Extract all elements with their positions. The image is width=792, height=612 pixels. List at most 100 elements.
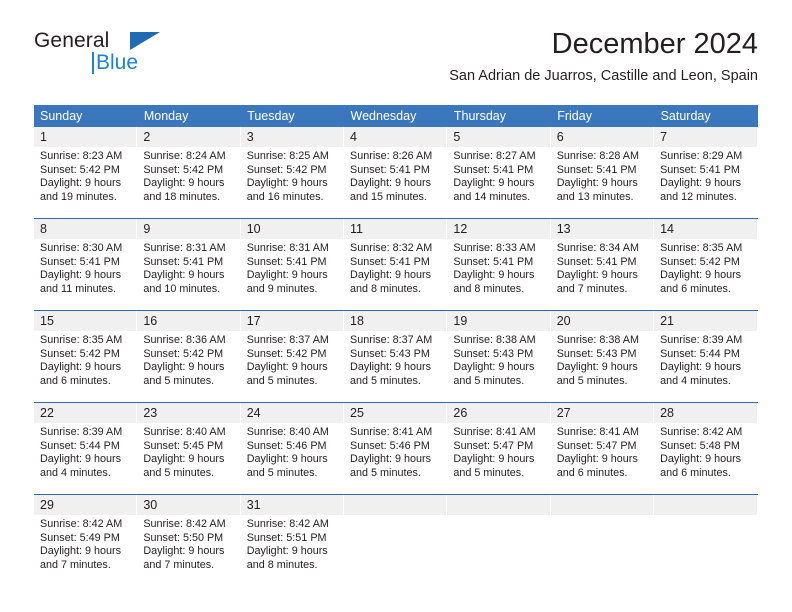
daylight-text-line1: Daylight: 9 hours <box>660 361 742 374</box>
sunrise-text: Sunrise: 8:27 AM <box>453 150 536 162</box>
calendar-day-cell[interactable]: 20 Sunrise: 8:38 AM Sunset: 5:43 PM Dayligh… <box>550 310 655 403</box>
sunset-text: Sunset: 5:49 PM <box>40 531 120 544</box>
daylight-text-line1: Daylight: 9 hours <box>453 269 535 282</box>
daylight-text-line2: and 9 minutes. <box>246 282 318 295</box>
daylight-text-line2: and 5 minutes. <box>453 466 525 479</box>
sunrise-text: Sunrise: 8:34 AM <box>556 242 639 254</box>
page-header: General Blue December 2024 San Adrian de… <box>34 28 758 96</box>
daylight-text-line1: Daylight: 9 hours <box>350 269 432 282</box>
daylight-text-line2: and 15 minutes. <box>350 190 427 203</box>
daylight-text-line1: Daylight: 9 hours <box>143 361 225 374</box>
calendar-day-cell[interactable]: 1 Sunrise: 8:23 AM Sunset: 5:42 PM Daylight… <box>34 127 138 219</box>
calendar-day-cell[interactable]: 19 Sunrise: 8:38 AM Sunset: 5:43 PM Dayligh… <box>447 310 551 403</box>
calendar-day-cell[interactable]: 3 Sunrise: 8:25 AM Sunset: 5:42 PM Daylight… <box>240 127 345 219</box>
day-details: Sunrise: 8:38 AM Sunset: 5:43 PM Daylight:… <box>447 331 549 388</box>
calendar-day-cell-empty <box>344 494 448 586</box>
calendar-day-cell[interactable]: 21 Sunrise: 8:39 AM Sunset: 5:44 PM Dayligh… <box>654 310 758 403</box>
day-details <box>344 515 446 518</box>
day-number: 22 <box>34 403 137 423</box>
daylight-text-line2: and 6 minutes. <box>556 466 628 479</box>
calendar-day-cell[interactable]: 14 Sunrise: 8:35 AM Sunset: 5:42 PM Dayligh… <box>654 218 758 311</box>
sunset-text: Sunset: 5:41 PM <box>453 255 534 268</box>
calendar-day-cell[interactable]: 29 Sunrise: 8:42 AM Sunset: 5:49 PM Dayligh… <box>34 494 138 586</box>
daylight-text-line2: and 5 minutes. <box>246 466 318 479</box>
calendar-day-cell[interactable]: 17 Sunrise: 8:37 AM Sunset: 5:42 PM Dayligh… <box>240 310 345 403</box>
sunset-text: Sunset: 5:41 PM <box>350 255 430 268</box>
day-details: Sunrise: 8:29 AM Sunset: 5:41 PM Daylight:… <box>654 147 756 204</box>
day-number: 29 <box>34 495 137 515</box>
daylight-text-line2: and 5 minutes. <box>143 466 215 479</box>
day-number: 28 <box>654 403 757 423</box>
calendar-day-cell[interactable]: 28 Sunrise: 8:42 AM Sunset: 5:48 PM Dayligh… <box>654 402 758 495</box>
day-number: 31 <box>240 495 344 515</box>
calendar-day-cell[interactable]: 16 Sunrise: 8:36 AM Sunset: 5:42 PM Dayligh… <box>137 310 241 403</box>
sunrise-text: Sunrise: 8:42 AM <box>143 518 226 530</box>
calendar-day-cell[interactable]: 9 Sunrise: 8:31 AM Sunset: 5:41 PM Daylight… <box>137 218 241 311</box>
daylight-text-line2: and 7 minutes. <box>40 558 111 571</box>
daylight-text-line1: Daylight: 9 hours <box>453 453 535 466</box>
weekday-header-monday: Monday <box>137 105 242 127</box>
calendar-day-cell[interactable]: 26 Sunrise: 8:41 AM Sunset: 5:47 PM Dayligh… <box>447 402 551 495</box>
day-number: 19 <box>447 311 550 331</box>
daylight-text-line2: and 14 minutes. <box>453 190 531 203</box>
sunrise-text: Sunrise: 8:28 AM <box>556 150 639 162</box>
day-number: 4 <box>344 127 447 147</box>
day-details: Sunrise: 8:30 AM Sunset: 5:41 PM Daylight:… <box>34 239 136 296</box>
daylight-text-line1: Daylight: 9 hours <box>453 177 535 190</box>
calendar-page: General Blue December 2024 San Adrian de… <box>0 0 792 612</box>
daylight-text-line1: Daylight: 9 hours <box>246 361 328 374</box>
calendar-day-cell[interactable]: 13 Sunrise: 8:34 AM Sunset: 5:41 PM Dayligh… <box>550 218 655 311</box>
calendar-day-cell[interactable]: 11 Sunrise: 8:32 AM Sunset: 5:41 PM Dayligh… <box>344 218 448 311</box>
daylight-text-line2: and 6 minutes. <box>660 466 731 479</box>
day-details: Sunrise: 8:37 AM Sunset: 5:43 PM Daylight:… <box>344 331 446 388</box>
sunset-text: Sunset: 5:51 PM <box>246 531 327 544</box>
calendar-day-cell[interactable]: 30 Sunrise: 8:42 AM Sunset: 5:50 PM Dayligh… <box>137 494 241 586</box>
calendar-day-cell[interactable]: 24 Sunrise: 8:40 AM Sunset: 5:46 PM Dayligh… <box>240 402 345 495</box>
sunrise-text: Sunrise: 8:39 AM <box>40 426 123 438</box>
sunset-text: Sunset: 5:42 PM <box>143 347 224 360</box>
sunset-text: Sunset: 5:47 PM <box>556 439 637 452</box>
day-details: Sunrise: 8:42 AM Sunset: 5:49 PM Daylight:… <box>34 515 136 572</box>
sunrise-text: Sunrise: 8:41 AM <box>350 426 433 438</box>
daylight-text-line2: and 8 minutes. <box>246 558 318 571</box>
calendar-day-cell[interactable]: 6 Sunrise: 8:28 AM Sunset: 5:41 PM Daylight… <box>550 127 655 219</box>
day-details: Sunrise: 8:32 AM Sunset: 5:41 PM Daylight:… <box>344 239 446 296</box>
sunset-text: Sunset: 5:41 PM <box>246 255 327 268</box>
day-details: Sunrise: 8:39 AM Sunset: 5:44 PM Daylight:… <box>654 331 756 388</box>
calendar-day-cell[interactable]: 5 Sunrise: 8:27 AM Sunset: 5:41 PM Daylight… <box>447 127 551 219</box>
daylight-text-line2: and 19 minutes. <box>40 190 117 203</box>
daylight-text-line1: Daylight: 9 hours <box>246 545 328 558</box>
general-blue-logo[interactable]: General Blue <box>34 30 214 86</box>
daylight-text-line1: Daylight: 9 hours <box>143 453 225 466</box>
sunset-text: Sunset: 5:41 PM <box>350 163 430 176</box>
sunrise-text: Sunrise: 8:24 AM <box>143 150 226 162</box>
day-details: Sunrise: 8:35 AM Sunset: 5:42 PM Daylight:… <box>34 331 136 388</box>
calendar-day-cell[interactable]: 4 Sunrise: 8:26 AM Sunset: 5:41 PM Daylight… <box>344 127 448 219</box>
calendar-day-cell[interactable]: 10 Sunrise: 8:31 AM Sunset: 5:41 PM Dayligh… <box>240 218 345 311</box>
calendar-day-cell[interactable]: 22 Sunrise: 8:39 AM Sunset: 5:44 PM Dayligh… <box>34 402 138 495</box>
calendar-day-cell[interactable]: 15 Sunrise: 8:35 AM Sunset: 5:42 PM Dayligh… <box>34 310 138 403</box>
calendar-day-cell[interactable]: 7 Sunrise: 8:29 AM Sunset: 5:41 PM Daylight… <box>654 127 758 219</box>
calendar-day-cell[interactable]: 18 Sunrise: 8:37 AM Sunset: 5:43 PM Dayligh… <box>344 310 448 403</box>
calendar-day-cell[interactable]: 31 Sunrise: 8:42 AM Sunset: 5:51 PM Dayligh… <box>240 494 345 586</box>
day-details: Sunrise: 8:42 AM Sunset: 5:48 PM Daylight:… <box>654 423 756 480</box>
sunset-text: Sunset: 5:43 PM <box>556 347 637 360</box>
day-details: Sunrise: 8:25 AM Sunset: 5:42 PM Daylight:… <box>241 147 343 204</box>
sunrise-text: Sunrise: 8:42 AM <box>660 426 743 438</box>
calendar-day-cell[interactable]: 27 Sunrise: 8:41 AM Sunset: 5:47 PM Dayligh… <box>550 402 655 495</box>
day-number: 17 <box>240 311 344 331</box>
sunrise-text: Sunrise: 8:26 AM <box>350 150 433 162</box>
day-details: Sunrise: 8:38 AM Sunset: 5:43 PM Daylight:… <box>551 331 653 388</box>
sunrise-text: Sunrise: 8:32 AM <box>350 242 433 254</box>
daylight-text-line1: Daylight: 9 hours <box>143 177 225 190</box>
calendar-day-cell[interactable]: 2 Sunrise: 8:24 AM Sunset: 5:42 PM Daylight… <box>137 127 241 219</box>
calendar-day-cell[interactable]: 8 Sunrise: 8:30 AM Sunset: 5:41 PM Daylight… <box>34 218 138 311</box>
sunrise-text: Sunrise: 8:25 AM <box>246 150 329 162</box>
day-number: 27 <box>550 403 654 423</box>
sunrise-text: Sunrise: 8:37 AM <box>350 334 433 346</box>
calendar-day-cell[interactable]: 25 Sunrise: 8:41 AM Sunset: 5:46 PM Dayligh… <box>344 402 448 495</box>
calendar-day-cell[interactable]: 23 Sunrise: 8:40 AM Sunset: 5:45 PM Dayligh… <box>137 402 241 495</box>
logo-text-general: General <box>34 29 110 52</box>
daylight-text-line2: and 5 minutes. <box>350 466 421 479</box>
calendar-day-cell[interactable]: 12 Sunrise: 8:33 AM Sunset: 5:41 PM Dayligh… <box>447 218 551 311</box>
